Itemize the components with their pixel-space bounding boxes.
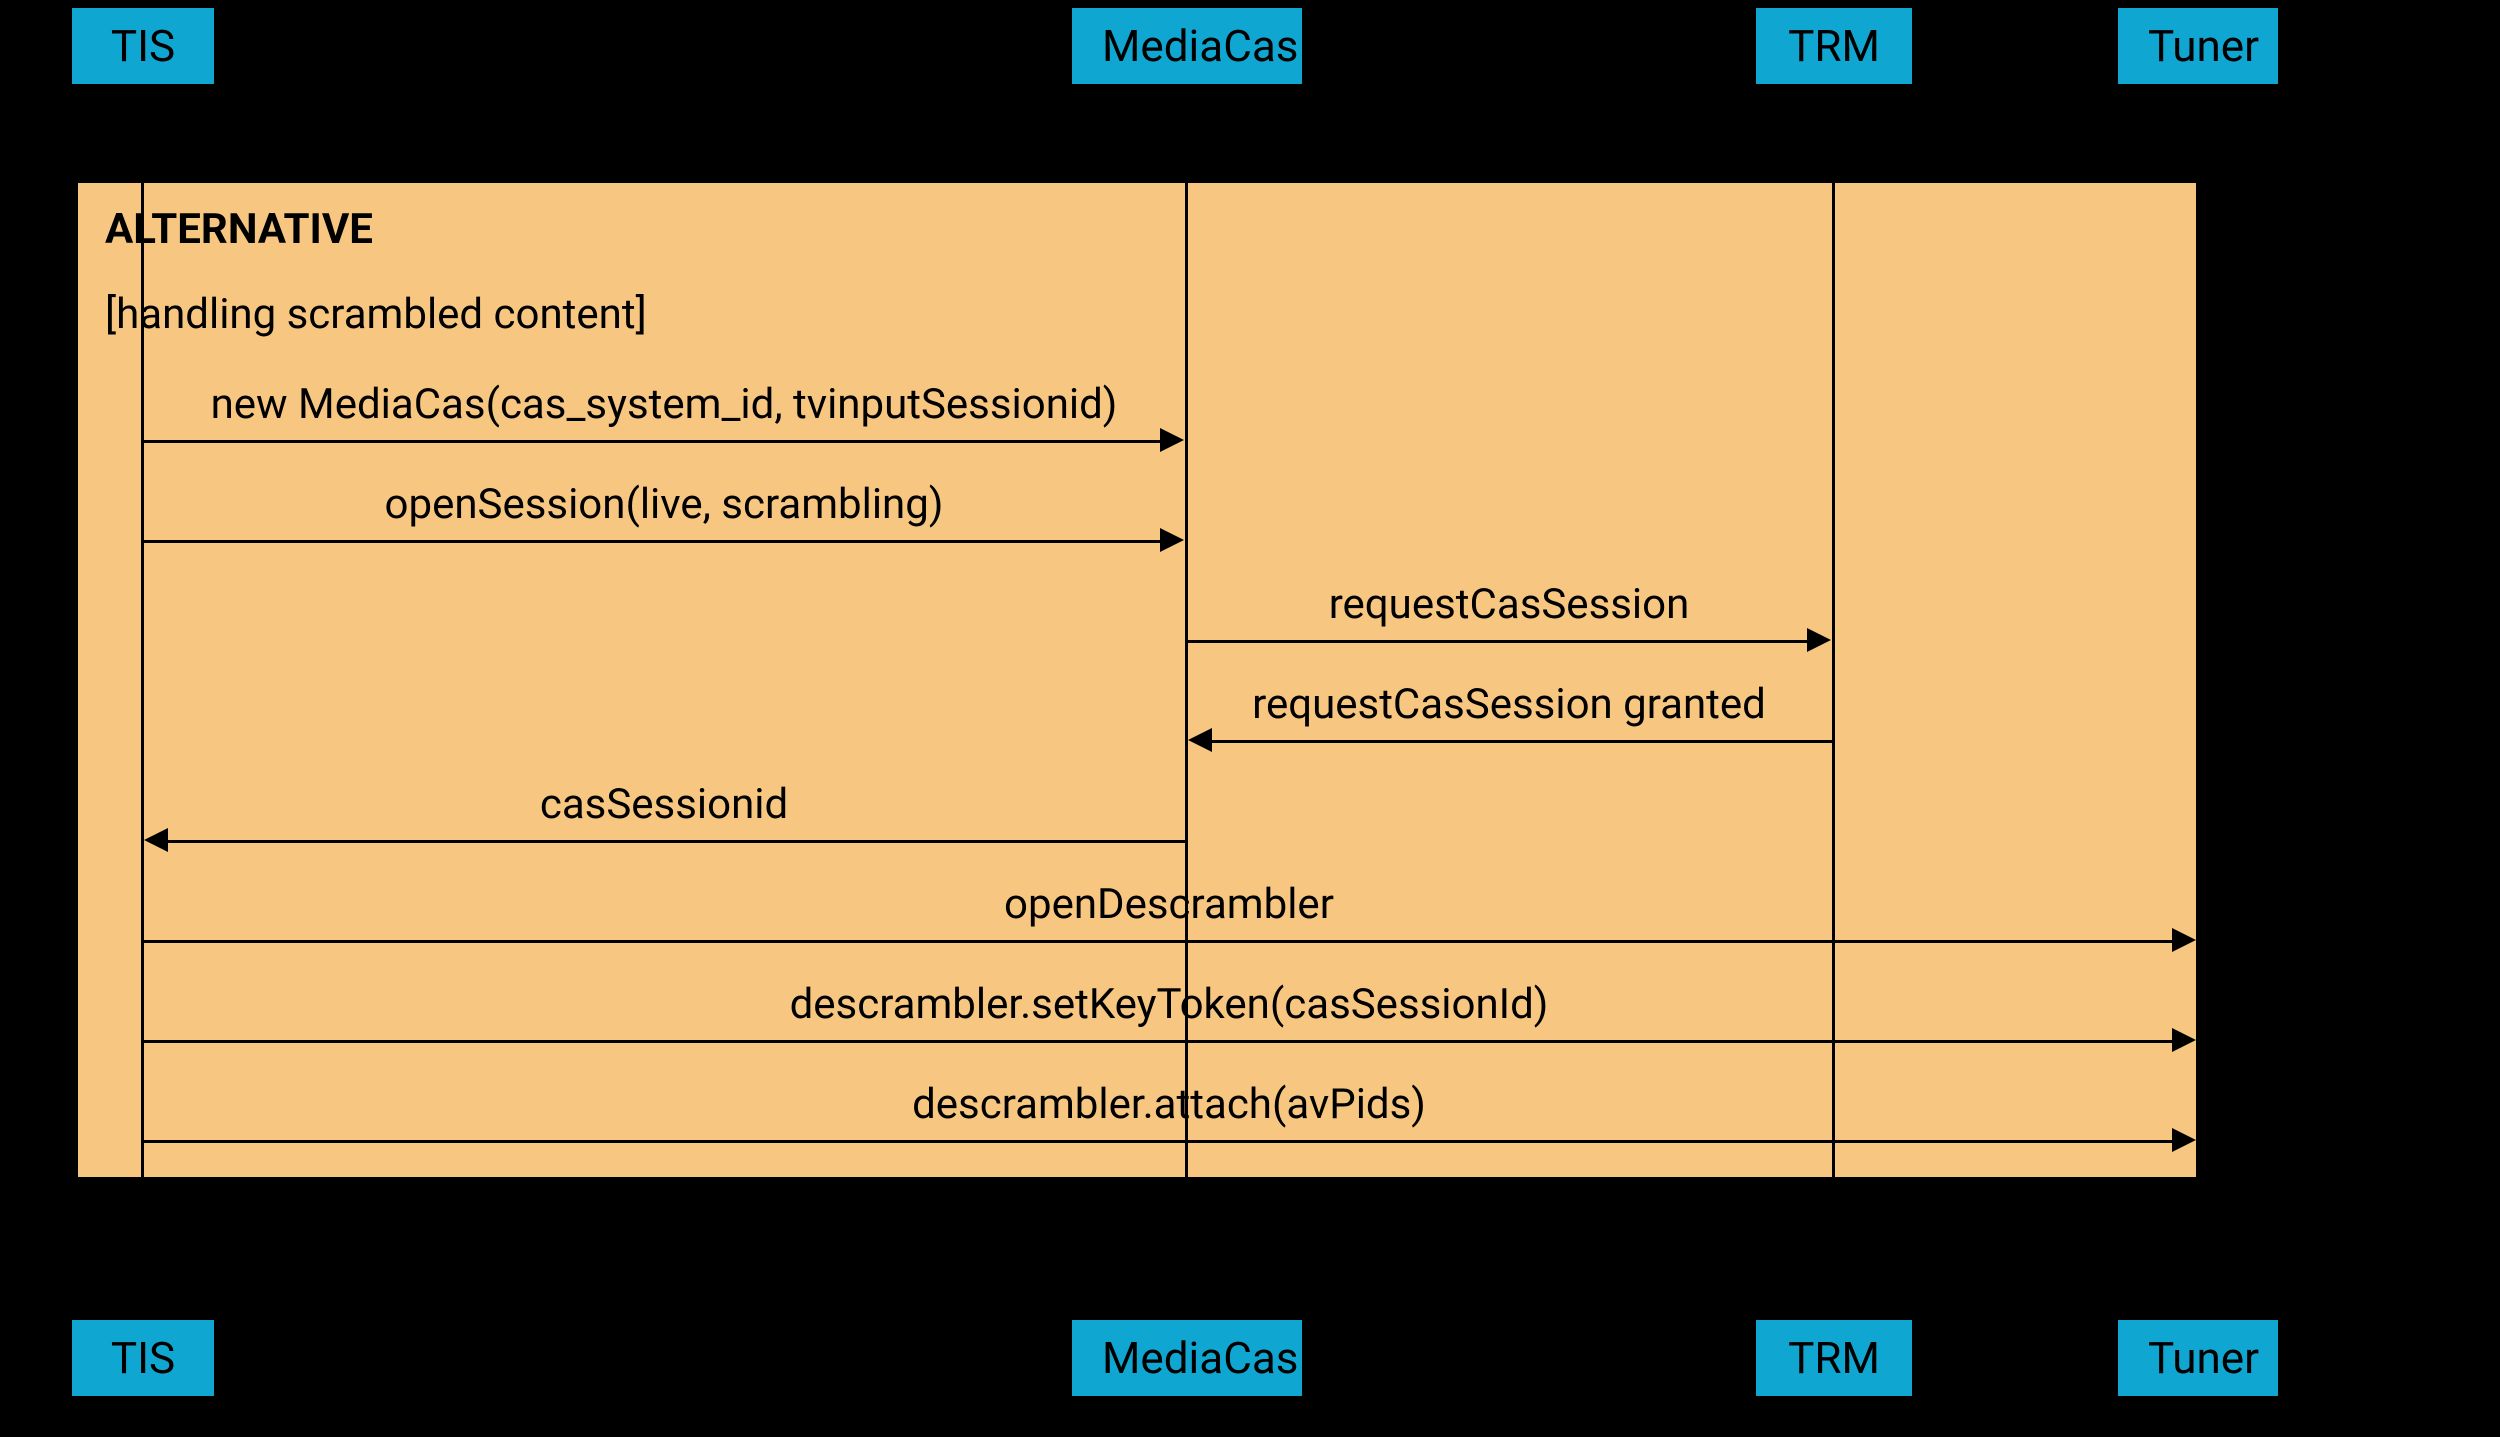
- participant-mediacas-top: MediaCas: [1072, 8, 1302, 84]
- arrowhead-m8: [2172, 1128, 2196, 1152]
- arrow-m3: [1186, 640, 1809, 643]
- arrow-m5: [166, 840, 1186, 843]
- arrow-m8: [142, 1140, 2174, 1143]
- participant-tis-bottom: TIS: [72, 1320, 214, 1396]
- arrowhead-m1: [1160, 428, 1184, 452]
- alt-title: ALTERNATIVE: [105, 205, 373, 254]
- arrow-m7: [142, 1040, 2174, 1043]
- msg-set-key-token: descrambler.setKeyToken(casSessionId): [142, 980, 2196, 1029]
- arrowhead-m6: [2172, 928, 2196, 952]
- participant-trm-bottom: TRM: [1756, 1320, 1912, 1396]
- alt-guard: [handling scrambled content]: [105, 290, 647, 339]
- participant-tis-top: TIS: [72, 8, 214, 84]
- arrow-m6: [142, 940, 2174, 943]
- msg-open-session: openSession(live, scrambling): [142, 480, 1186, 529]
- lifeline-trm: [1832, 75, 1835, 1320]
- msg-request-cas: requestCasSession: [1186, 580, 1832, 629]
- msg-open-descrambler: openDescrambler: [142, 880, 2196, 929]
- msg-new-mediacas: new MediaCas(cas_system_id, tvinputSessi…: [142, 380, 1186, 429]
- participant-trm-top: TRM: [1756, 8, 1912, 84]
- arrow-m2: [142, 540, 1162, 543]
- msg-cas-sessionid: casSessionid: [142, 780, 1186, 829]
- arrowhead-m3: [1807, 628, 1831, 652]
- participant-mediacas-bottom: MediaCas: [1072, 1320, 1302, 1396]
- participant-tuner-bottom: Tuner: [2118, 1320, 2278, 1396]
- arrowhead-m4: [1188, 728, 1212, 752]
- arrowhead-m2: [1160, 528, 1184, 552]
- arrow-m4: [1210, 740, 1833, 743]
- arrowhead-m7: [2172, 1028, 2196, 1052]
- arrow-m1: [142, 440, 1162, 443]
- lifeline-tuner: [2196, 75, 2199, 1320]
- participant-tuner-top: Tuner: [2118, 8, 2278, 84]
- msg-descrambler-attach: descrambler.attach(avPids): [142, 1080, 2196, 1129]
- lifeline-tis: [141, 75, 144, 1320]
- msg-request-cas-granted: requestCasSession granted: [1186, 680, 1832, 729]
- arrowhead-m5: [144, 828, 168, 852]
